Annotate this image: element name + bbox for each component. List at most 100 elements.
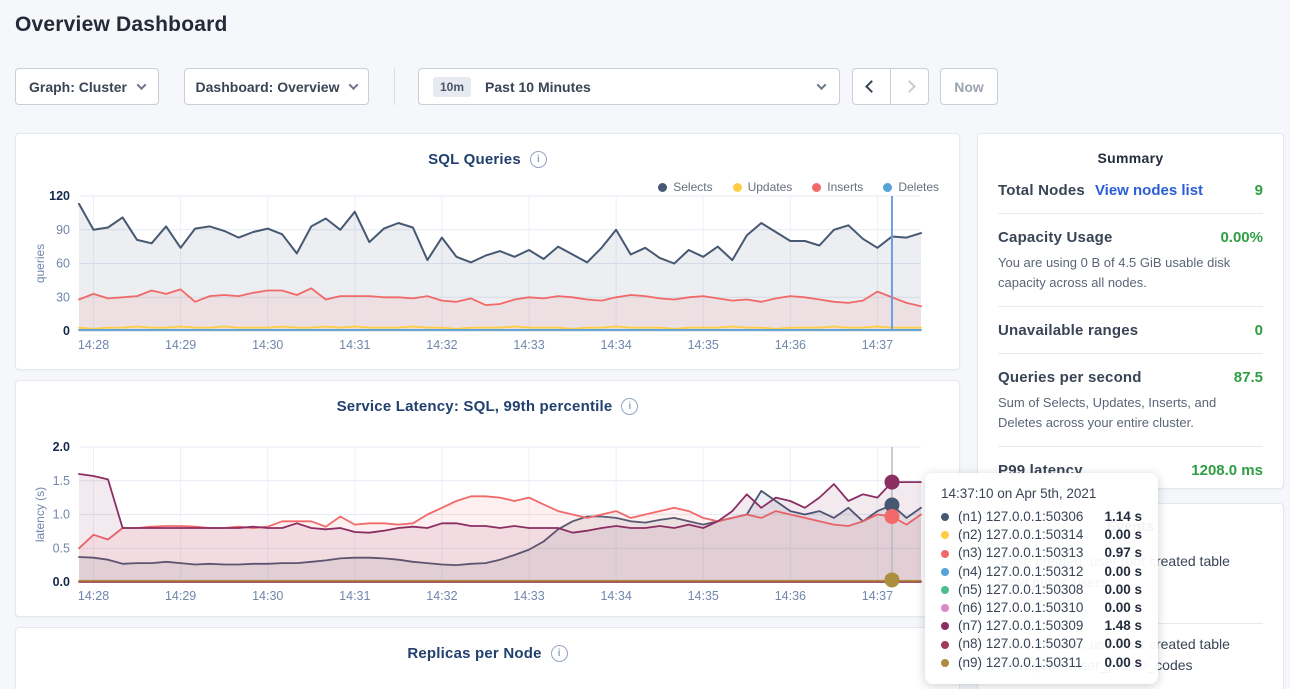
tooltip-series-row: (n9) 127.0.0.1:50311 0.00 s — [941, 654, 1142, 672]
tooltip-node-label: (n8) 127.0.0.1:50307 — [958, 635, 1083, 653]
unavailable-ranges-value: 0 — [1255, 322, 1263, 339]
time-range-label: Past 10 Minutes — [485, 79, 591, 95]
tooltip-node-value: 0.97 s — [1104, 544, 1142, 562]
tooltip-node-value: 0.00 s — [1104, 526, 1142, 544]
series-color-dot — [941, 513, 949, 521]
chevron-down-icon — [817, 80, 827, 90]
svg-text:14:28: 14:28 — [78, 338, 109, 352]
info-icon[interactable]: i — [551, 645, 568, 662]
svg-text:14:29: 14:29 — [165, 589, 196, 603]
divider — [998, 213, 1263, 214]
sql-queries-chart-canvas[interactable]: 14:28 14:29 14:30 14:31 14:32 14:33 14:34 14:35… — [31, 188, 946, 356]
series-color-dot — [941, 550, 949, 558]
view-nodes-list-link[interactable]: View nodes list — [1095, 182, 1203, 199]
svg-text:14:36: 14:36 — [775, 589, 806, 603]
time-range-dropdown[interactable]: 10m Past 10 Minutes — [418, 68, 840, 105]
svg-text:14:31: 14:31 — [339, 589, 370, 603]
service-latency-chart-canvas[interactable]: 14:2814:2914:3014:3114:3214:3314:3414:35… — [31, 439, 946, 607]
queries-per-second-description: Sum of Selects, Updates, Inserts, and De… — [998, 393, 1263, 432]
chevron-down-icon — [349, 80, 359, 90]
page-title: Overview Dashboard — [15, 13, 228, 37]
queries-per-second-value: 87.5 — [1234, 369, 1263, 386]
svg-text:14:32: 14:32 — [426, 338, 457, 352]
chevron-down-icon — [137, 80, 147, 90]
chevron-left-icon — [865, 80, 878, 93]
svg-text:latency (s): latency (s) — [33, 487, 47, 542]
svg-text:14:28: 14:28 — [78, 589, 109, 603]
time-range-badge: 10m — [433, 77, 471, 97]
tooltip-node-label: (n9) 127.0.0.1:50311 — [958, 654, 1082, 672]
svg-text:30: 30 — [56, 290, 70, 304]
divider — [998, 353, 1263, 354]
sql-queries-chart-card: SQL Queries i SelectsUpdatesInsertsDelet… — [15, 133, 960, 370]
svg-text:14:33: 14:33 — [513, 589, 544, 603]
svg-text:14:36: 14:36 — [775, 338, 806, 352]
dashboard-dropdown-label: Dashboard: Overview — [196, 79, 340, 95]
capacity-usage-label: Capacity Usage — [998, 229, 1113, 246]
svg-text:14:34: 14:34 — [600, 589, 631, 603]
series-color-dot — [941, 586, 949, 594]
tooltip-series-row: (n6) 127.0.0.1:50310 0.00 s — [941, 599, 1142, 617]
tooltip-node-value: 0.00 s — [1104, 581, 1142, 599]
p99-latency-value: 1208.0 ms — [1191, 462, 1263, 479]
svg-text:14:29: 14:29 — [165, 338, 196, 352]
unavailable-ranges-label: Unavailable ranges — [998, 322, 1138, 339]
tooltip-node-label: (n4) 127.0.0.1:50312 — [958, 563, 1083, 581]
total-nodes-label: Total Nodes — [998, 182, 1085, 199]
graph-dropdown-label: Graph: Cluster — [29, 79, 127, 95]
svg-text:14:32: 14:32 — [426, 589, 457, 603]
time-next-button[interactable] — [890, 68, 929, 105]
svg-text:0.5: 0.5 — [53, 541, 70, 555]
tooltip-series-row: (n2) 127.0.0.1:50314 0.00 s — [941, 526, 1142, 544]
summary-unavailable-ranges-row: Unavailable ranges 0 — [998, 322, 1263, 339]
divider — [998, 306, 1263, 307]
svg-text:14:37: 14:37 — [862, 589, 893, 603]
tooltip-node-value: 0.00 s — [1104, 599, 1142, 617]
chart-hover-tooltip: 14:37:10 on Apr 5th, 2021 (n1) 127.0.0.1… — [925, 473, 1158, 684]
info-icon[interactable]: i — [621, 398, 638, 415]
svg-text:14:34: 14:34 — [600, 338, 631, 352]
tooltip-node-label: (n3) 127.0.0.1:50313 — [958, 544, 1083, 562]
tooltip-node-label: (n5) 127.0.0.1:50308 — [958, 581, 1083, 599]
graph-dropdown[interactable]: Graph: Cluster — [15, 68, 159, 105]
tooltip-node-value: 1.14 s — [1104, 508, 1142, 526]
svg-text:2.0: 2.0 — [53, 440, 70, 454]
tooltip-node-value: 0.00 s — [1104, 635, 1142, 653]
series-color-dot — [941, 568, 949, 576]
svg-text:14:31: 14:31 — [339, 338, 370, 352]
tooltip-node-label: (n6) 127.0.0.1:50310 — [958, 599, 1083, 617]
tooltip-node-value: 0.00 s — [1104, 654, 1142, 672]
now-button-label: Now — [954, 79, 984, 95]
service-latency-chart-title: Service Latency: SQL, 99th percentile — [337, 398, 613, 415]
tooltip-timestamp: 14:37:10 on Apr 5th, 2021 — [941, 486, 1142, 501]
tooltip-node-label: (n1) 127.0.0.1:50306 — [958, 508, 1083, 526]
replicas-per-node-chart-title: Replicas per Node — [407, 645, 541, 662]
tooltip-series-row: (n5) 127.0.0.1:50308 0.00 s — [941, 581, 1142, 599]
series-color-dot — [941, 604, 949, 612]
service-latency-chart-card: Service Latency: SQL, 99th percentile i … — [15, 380, 960, 617]
svg-text:1.0: 1.0 — [53, 508, 70, 522]
time-prev-button[interactable] — [852, 68, 891, 105]
summary-panel-title: Summary — [998, 150, 1263, 166]
svg-text:14:30: 14:30 — [252, 338, 283, 352]
sql-queries-chart-title: SQL Queries — [428, 151, 521, 168]
tooltip-node-label: (n2) 127.0.0.1:50314 — [958, 526, 1083, 544]
dashboard-dropdown[interactable]: Dashboard: Overview — [184, 68, 369, 105]
svg-text:14:35: 14:35 — [688, 338, 719, 352]
svg-text:queries: queries — [33, 244, 47, 283]
replicas-per-node-chart-card: Replicas per Node i — [15, 627, 960, 689]
svg-text:120: 120 — [49, 189, 70, 203]
svg-text:60: 60 — [56, 257, 70, 271]
svg-text:14:33: 14:33 — [513, 338, 544, 352]
svg-text:90: 90 — [56, 223, 70, 237]
tooltip-node-value: 0.00 s — [1104, 563, 1142, 581]
svg-text:0.0: 0.0 — [53, 575, 70, 589]
tooltip-series-row: (n8) 127.0.0.1:50307 0.00 s — [941, 635, 1142, 653]
svg-text:1.5: 1.5 — [53, 474, 70, 488]
time-now-button[interactable]: Now — [940, 68, 998, 105]
total-nodes-value: 9 — [1255, 182, 1263, 199]
info-icon[interactable]: i — [530, 151, 547, 168]
series-color-dot — [941, 641, 949, 649]
tooltip-series-row: (n1) 127.0.0.1:50306 1.14 s — [941, 508, 1142, 526]
toolbar-divider — [394, 68, 395, 105]
